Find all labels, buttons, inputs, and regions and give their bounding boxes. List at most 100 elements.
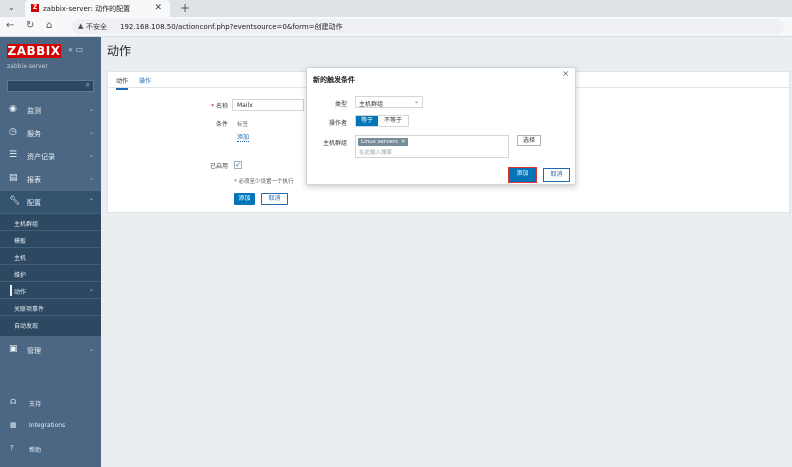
- list-icon: ☰: [9, 150, 18, 160]
- warning-icon: ▲: [78, 22, 84, 30]
- sidebar-item-label: 帮助: [29, 447, 42, 454]
- chevron-down-icon: ⌄: [88, 129, 94, 136]
- chevron-down-icon: ⌄: [413, 98, 419, 105]
- sidebar-search-input[interactable]: ⌕: [7, 80, 94, 92]
- submenu-item-label: 主机: [14, 255, 27, 262]
- submenu-item-templates[interactable]: 模板: [0, 230, 101, 247]
- name-label: * 名称: [158, 101, 228, 110]
- chevron-down-icon: ⌄: [88, 106, 94, 113]
- page-title: 动作: [107, 44, 132, 58]
- sidebar-item-inventory[interactable]: ☰ 资产记录 ⌄: [0, 145, 101, 167]
- required-note: * 必须至少设置一个执行: [234, 179, 294, 185]
- conditions-type-header: 标签: [237, 122, 249, 128]
- sidebar-item-label: 报表: [27, 176, 41, 184]
- submenu-item-hostgroups[interactable]: 主机群组: [0, 213, 101, 230]
- page-header: 动作: [101, 37, 792, 65]
- sidebar-item-administration[interactable]: ▣ 管理 ⌄: [0, 339, 101, 361]
- operator-equals-option[interactable]: 等于: [356, 116, 378, 126]
- chart-icon: ▤: [9, 173, 18, 183]
- tab-action[interactable]: 动作: [116, 76, 129, 90]
- condition-type-select[interactable]: 主机群组 ⌄: [355, 96, 423, 108]
- dialog-title: 新的触发条件: [313, 76, 355, 84]
- wrench-icon: 🔧︎: [9, 196, 21, 206]
- browser-tab[interactable]: Z zabbix-server: 动作的配置 ✕: [25, 0, 170, 17]
- submenu-item-actions[interactable]: 动作 ⌄: [0, 281, 101, 298]
- headset-icon: ☊: [10, 398, 17, 406]
- submenu-item-event-correlation[interactable]: 关联项事件: [0, 298, 101, 315]
- sidebar-item-label: 管理: [27, 347, 41, 355]
- sidebar-item-label: 配置: [27, 199, 41, 207]
- select-button[interactable]: 选择: [517, 135, 541, 146]
- enabled-checkbox[interactable]: ✓: [234, 161, 242, 169]
- url-security-label: 不安全: [86, 23, 107, 31]
- chevron-down-icon: ⌄: [88, 286, 94, 293]
- operator-not-equals-option[interactable]: 不等于: [378, 116, 408, 126]
- home-icon[interactable]: ⌂: [46, 20, 52, 31]
- submenu-item-hosts[interactable]: 主机: [0, 247, 101, 264]
- chevron-down-icon: ⌄: [88, 152, 94, 159]
- conditions-label: 条件: [215, 121, 228, 128]
- sidebar-item-support[interactable]: ☊ 支持: [0, 394, 101, 412]
- sidebar-item-label: 服务: [27, 130, 41, 138]
- sidebar-item-reports[interactable]: ▤ 报表 ⌄: [0, 168, 101, 190]
- sidebar-item-help[interactable]: ? 帮助: [0, 440, 101, 458]
- browser-tab-title: zabbix-server: 动作的配置: [43, 5, 131, 13]
- hostgroups-search-input[interactable]: 在此输入搜索: [359, 148, 392, 156]
- sidebar-item-label: 支持: [29, 401, 42, 408]
- back-icon[interactable]: ←: [6, 20, 14, 31]
- add-button[interactable]: 添加: [234, 193, 255, 205]
- chevron-down-icon: ⌄: [88, 175, 94, 182]
- remove-icon[interactable]: ✕: [401, 139, 406, 145]
- sidebar-item-label: 资产记录: [27, 153, 55, 161]
- url-field[interactable]: ▲ 不安全 192.168.108.50/actionconf.php?even…: [72, 19, 784, 34]
- clock-icon: ◷: [9, 127, 17, 137]
- tab-operations[interactable]: 操作: [139, 76, 151, 85]
- dialog-cancel-button[interactable]: 取消: [543, 168, 570, 182]
- operator-label: 操作者: [328, 120, 347, 127]
- configuration-submenu: 主机群组 模板 主机 维护 动作 ⌄ 关联项事件 自动发现: [0, 213, 101, 336]
- chevron-up-icon: ⌃: [88, 198, 94, 205]
- sidebar-item-monitoring[interactable]: ◉ 监测 ⌄: [0, 99, 101, 121]
- sidebar-item-configuration[interactable]: 🔧︎ 配置 ⌃: [0, 191, 101, 213]
- name-label-text: 名称: [215, 103, 228, 110]
- close-icon[interactable]: ✕: [154, 3, 162, 13]
- submenu-item-label: 维护: [14, 272, 27, 279]
- submenu-item-maintenance[interactable]: 维护: [0, 264, 101, 281]
- browser-tab-strip: ⌄ Z zabbix-server: 动作的配置 ✕ +: [0, 0, 792, 17]
- submenu-item-label: 动作: [14, 289, 27, 296]
- add-condition-link[interactable]: 添加: [237, 132, 250, 142]
- search-icon[interactable]: ⌕: [86, 80, 90, 90]
- reload-icon[interactable]: ↻: [26, 20, 34, 31]
- chevron-down-icon: ⌄: [88, 346, 94, 353]
- hostgroups-label: 主机群组: [322, 140, 347, 147]
- submenu-item-discovery[interactable]: 自动发现: [0, 315, 101, 332]
- zabbix-favicon-icon: Z: [31, 4, 39, 12]
- zabbix-logo[interactable]: ZABBIX: [7, 44, 61, 58]
- eye-icon: ◉: [9, 104, 17, 114]
- type-label: 类型: [334, 101, 347, 108]
- operator-toggle: 等于 不等于: [355, 115, 409, 127]
- sidebar-item-integrations[interactable]: ▦ Integrations: [0, 417, 101, 435]
- close-icon[interactable]: ×: [562, 69, 569, 78]
- cancel-button[interactable]: 取消: [261, 193, 288, 205]
- sidebar: ZABBIX « ▭ zabbix-server ⌕ ◉ 监测 ⌄ ◷ 服务 ⌄…: [0, 37, 101, 467]
- url-text: 192.168.108.50/actionconf.php?eventsourc…: [120, 23, 343, 31]
- server-name: zabbix-server: [7, 63, 48, 70]
- name-field[interactable]: Mailx: [232, 99, 304, 111]
- dialog-add-button[interactable]: 添加: [508, 167, 537, 183]
- submenu-item-label: 主机群组: [14, 221, 39, 228]
- hostgroup-chip-label: Linux servers: [361, 139, 398, 145]
- hostgroup-chip: Linux servers ✕: [358, 138, 409, 146]
- collapse-sidebar-icon[interactable]: « ▭: [68, 45, 83, 54]
- new-tab-icon[interactable]: +: [180, 1, 190, 15]
- admin-icon: ▣: [9, 344, 18, 354]
- hostgroups-multiselect[interactable]: Linux servers ✕ 在此输入搜索: [355, 135, 509, 158]
- submenu-item-label: 关联项事件: [14, 306, 45, 313]
- address-bar: ← ↻ ⌂ ▲ 不安全 192.168.108.50/actionconf.ph…: [0, 17, 792, 37]
- help-icon: ?: [10, 444, 14, 452]
- sidebar-item-services[interactable]: ◷ 服务 ⌄: [0, 122, 101, 144]
- new-condition-dialog: 新的触发条件 × 类型 主机群组 ⌄ 操作者 等于 不等于 主机群组 Linux…: [306, 67, 576, 185]
- tab-list-icon[interactable]: ⌄: [8, 3, 15, 12]
- enabled-label: 已启用: [209, 163, 228, 170]
- condition-type-value: 主机群组: [359, 101, 384, 108]
